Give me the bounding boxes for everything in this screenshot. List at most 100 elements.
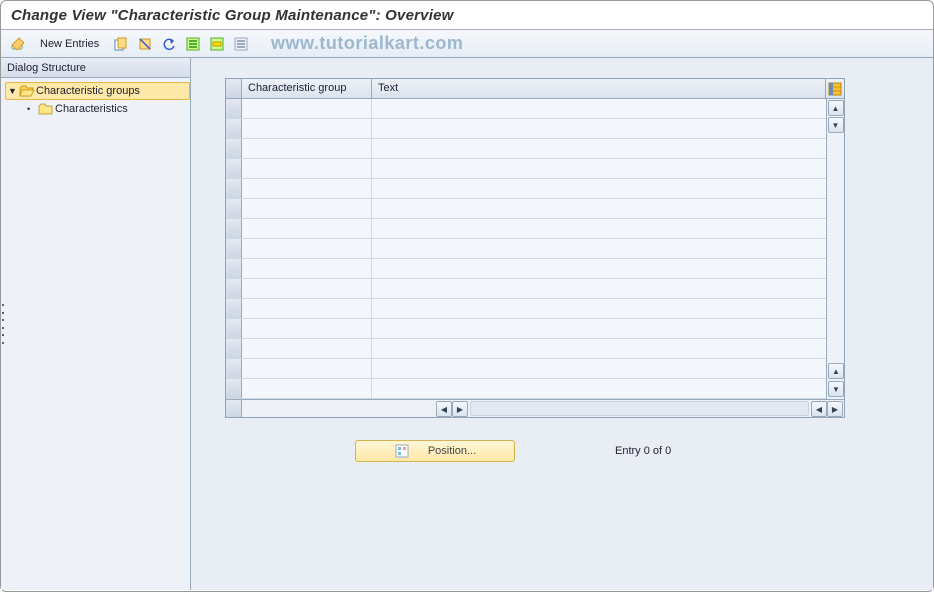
cell-text[interactable] — [372, 199, 826, 218]
cell-input[interactable] — [242, 260, 371, 279]
grid-col-text[interactable]: Text — [372, 79, 826, 98]
cell-input[interactable] — [372, 360, 826, 379]
tree-node-characteristic-groups[interactable]: ▼ Characteristic groups — [5, 82, 190, 100]
new-entries-button[interactable]: New Entries — [31, 33, 108, 55]
cell-characteristic-group[interactable] — [242, 279, 372, 298]
delete-button[interactable] — [134, 33, 156, 55]
cell-input[interactable] — [372, 340, 826, 359]
cell-input[interactable] — [372, 220, 826, 239]
vertical-scrollbar[interactable]: ▲ ▼ ▲ ▼ — [826, 99, 844, 399]
cell-input[interactable] — [242, 300, 371, 319]
grid-col-characteristic-group[interactable]: Characteristic group — [242, 79, 372, 98]
cell-characteristic-group[interactable] — [242, 319, 372, 338]
cell-text[interactable] — [372, 159, 826, 178]
scroll-left-button-end[interactable]: ◀ — [811, 401, 827, 417]
row-selector[interactable] — [226, 139, 242, 158]
cell-input[interactable] — [242, 200, 371, 219]
cell-input[interactable] — [372, 200, 826, 219]
cell-characteristic-group[interactable] — [242, 159, 372, 178]
cell-characteristic-group[interactable] — [242, 239, 372, 258]
cell-input[interactable] — [372, 380, 826, 399]
cell-characteristic-group[interactable] — [242, 139, 372, 158]
cell-text[interactable] — [372, 239, 826, 258]
deselect-all-button[interactable] — [230, 33, 252, 55]
cell-input[interactable] — [242, 360, 371, 379]
cell-text[interactable] — [372, 259, 826, 278]
cell-input[interactable] — [372, 280, 826, 299]
cell-text[interactable] — [372, 359, 826, 378]
row-selector[interactable] — [226, 379, 242, 398]
cell-characteristic-group[interactable] — [242, 119, 372, 138]
cell-input[interactable] — [242, 320, 371, 339]
cell-text[interactable] — [372, 179, 826, 198]
cell-input[interactable] — [242, 120, 371, 139]
cell-input[interactable] — [372, 100, 826, 119]
cell-text[interactable] — [372, 299, 826, 318]
row-selector[interactable] — [226, 239, 242, 258]
cell-text[interactable] — [372, 99, 826, 118]
cell-characteristic-group[interactable] — [242, 199, 372, 218]
cell-input[interactable] — [372, 260, 826, 279]
cell-text[interactable] — [372, 379, 826, 398]
cell-characteristic-group[interactable] — [242, 259, 372, 278]
cell-input[interactable] — [372, 140, 826, 159]
row-selector[interactable] — [226, 299, 242, 318]
cell-input[interactable] — [372, 180, 826, 199]
cell-input[interactable] — [242, 240, 371, 259]
cell-input[interactable] — [242, 160, 371, 179]
horizontal-scrollbar[interactable]: ◀ ▶ ◀ ▶ — [226, 399, 844, 417]
cell-input[interactable] — [242, 180, 371, 199]
scroll-up-button-bottom[interactable]: ▲ — [828, 363, 844, 379]
row-selector[interactable] — [226, 359, 242, 378]
row-selector[interactable] — [226, 119, 242, 138]
scroll-right-button[interactable]: ▶ — [452, 401, 468, 417]
cell-input[interactable] — [372, 160, 826, 179]
position-button[interactable]: Position... — [355, 440, 515, 462]
cell-text[interactable] — [372, 139, 826, 158]
cell-text[interactable] — [372, 339, 826, 358]
row-selector[interactable] — [226, 99, 242, 118]
cell-characteristic-group[interactable] — [242, 359, 372, 378]
grid-configure-button[interactable] — [826, 79, 844, 98]
cell-characteristic-group[interactable] — [242, 339, 372, 358]
cell-text[interactable] — [372, 319, 826, 338]
row-selector[interactable] — [226, 339, 242, 358]
cell-input[interactable] — [372, 300, 826, 319]
cell-input[interactable] — [242, 140, 371, 159]
undo-button[interactable] — [158, 33, 180, 55]
cell-input[interactable] — [242, 340, 371, 359]
cell-input[interactable] — [242, 380, 371, 399]
display-change-toggle-button[interactable] — [7, 33, 29, 55]
cell-input[interactable] — [372, 120, 826, 139]
cell-input[interactable] — [372, 240, 826, 259]
row-selector[interactable] — [226, 159, 242, 178]
cell-input[interactable] — [242, 220, 371, 239]
cell-characteristic-group[interactable] — [242, 379, 372, 398]
row-selector[interactable] — [226, 219, 242, 238]
cell-text[interactable] — [372, 219, 826, 238]
scroll-left-button[interactable]: ◀ — [436, 401, 452, 417]
cell-characteristic-group[interactable] — [242, 219, 372, 238]
cell-text[interactable] — [372, 119, 826, 138]
select-all-button[interactable] — [182, 33, 204, 55]
row-selector[interactable] — [226, 259, 242, 278]
cell-characteristic-group[interactable] — [242, 299, 372, 318]
expand-collapse-icon[interactable]: ▼ — [8, 86, 18, 96]
scroll-right-button-end[interactable]: ▶ — [827, 401, 843, 417]
row-selector[interactable] — [226, 279, 242, 298]
cell-characteristic-group[interactable] — [242, 179, 372, 198]
row-selector[interactable] — [226, 199, 242, 218]
row-selector[interactable] — [226, 179, 242, 198]
cell-characteristic-group[interactable] — [242, 99, 372, 118]
row-selector[interactable] — [226, 319, 242, 338]
grid-select-all-header[interactable] — [226, 79, 242, 98]
cell-input[interactable] — [372, 320, 826, 339]
cell-input[interactable] — [242, 280, 371, 299]
hscroll-track[interactable] — [470, 401, 809, 416]
scroll-down-button[interactable]: ▼ — [828, 117, 844, 133]
scroll-up-button[interactable]: ▲ — [828, 100, 844, 116]
splitter-handle[interactable] — [1, 304, 5, 344]
cell-input[interactable] — [242, 100, 371, 119]
tree-node-characteristics[interactable]: • Characteristics — [5, 100, 190, 118]
cell-text[interactable] — [372, 279, 826, 298]
